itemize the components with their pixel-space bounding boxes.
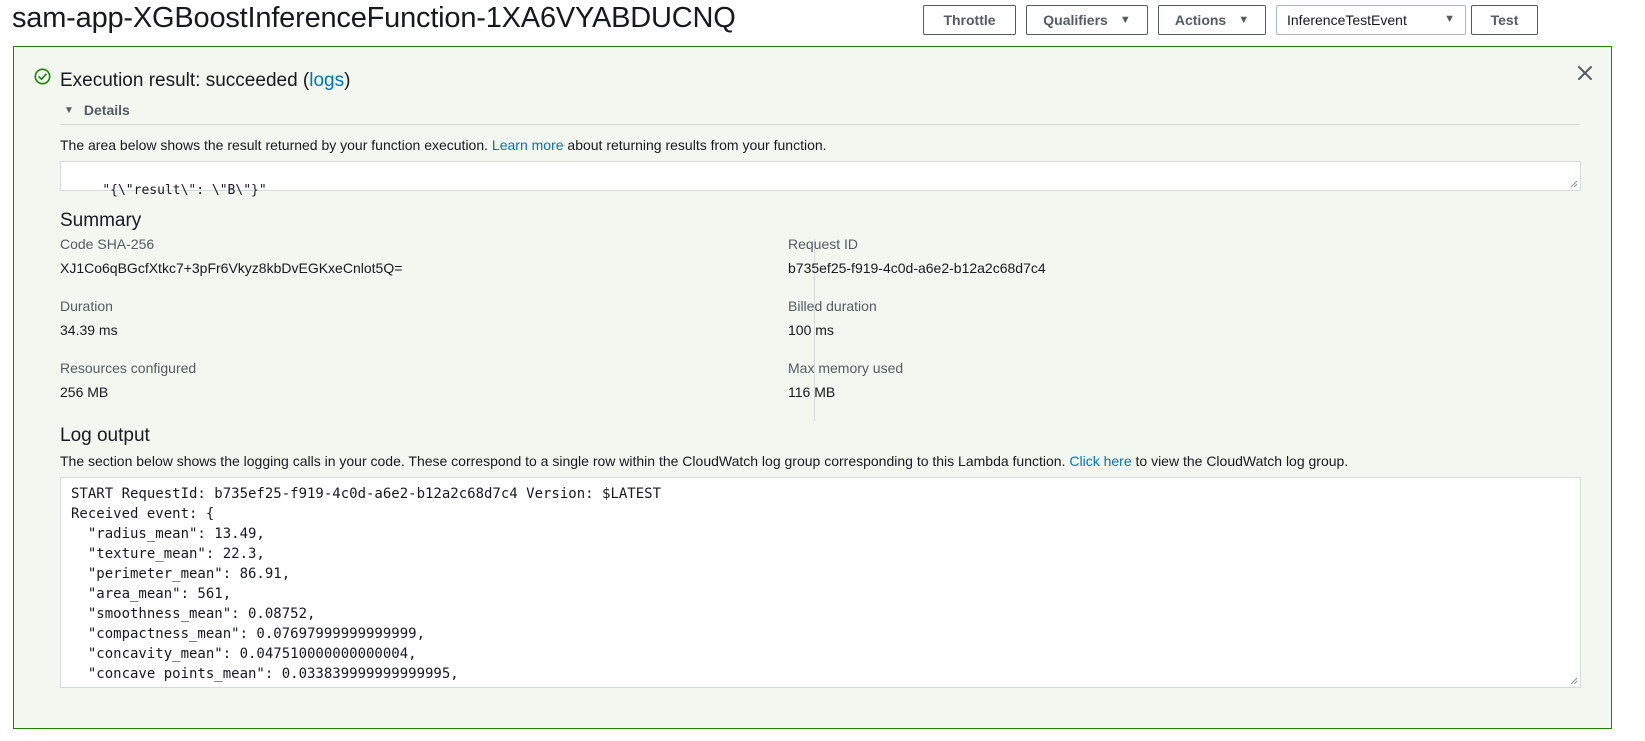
- result-desc-suffix: about returning results from your functi…: [567, 137, 827, 153]
- learn-more-link[interactable]: Learn more: [492, 137, 564, 153]
- details-toggle[interactable]: ▼ Details: [64, 102, 130, 118]
- code-sha-label: Code SHA-256: [60, 236, 155, 252]
- test-event-selected-value: InferenceTestEvent: [1287, 12, 1407, 28]
- log-output-heading: Log output: [60, 425, 150, 446]
- throttle-button[interactable]: Throttle: [923, 5, 1016, 35]
- result-desc-prefix: The area below shows the result returned…: [60, 137, 489, 153]
- caret-down-icon: ▼: [1238, 14, 1250, 26]
- throttle-button-label: Throttle: [943, 12, 996, 28]
- actions-button[interactable]: Actions ▼: [1158, 5, 1266, 35]
- details-divider: [60, 124, 1580, 125]
- function-name-title: sam-app-XGBoostInferenceFunction-1XA6VYA…: [12, 2, 736, 34]
- result-output-textarea[interactable]: "{\"result\": \"B\"}": [60, 161, 1581, 198]
- max-memory-value: 116 MB: [788, 384, 836, 400]
- actions-button-label: Actions: [1174, 12, 1227, 28]
- click-here-link[interactable]: Click here: [1069, 453, 1131, 469]
- log-output-description: The section below shows the logging call…: [60, 453, 1348, 469]
- duration-label: Duration: [60, 298, 113, 314]
- billed-duration-value: 100 ms: [788, 322, 834, 338]
- request-id-label: Request ID: [788, 236, 859, 252]
- caret-down-icon: ▼: [1444, 13, 1455, 25]
- log-output-textarea[interactable]: START RequestId: b735ef25-f919-4c0d-a6e2…: [60, 477, 1581, 688]
- resources-configured-label: Resources configured: [60, 360, 197, 376]
- triangle-down-icon: ▼: [64, 104, 74, 116]
- resize-grip-icon[interactable]: [1570, 677, 1578, 685]
- billed-duration-label: Billed duration: [788, 298, 877, 314]
- close-icon[interactable]: [1574, 62, 1596, 84]
- duration-value: 34.39 ms: [60, 322, 118, 338]
- qualifiers-button-label: Qualifiers: [1043, 12, 1108, 28]
- code-sha-value: XJ1Co6qBGcfXtkc7+3pFr6Vkyz8kbDvEGKxeCnlo…: [60, 260, 403, 276]
- max-memory-label: Max memory used: [788, 360, 904, 376]
- result-output-value: "{\"result\": \"B\"}": [102, 183, 267, 198]
- execution-result-panel: Execution result: succeeded (logs) ▼ Det…: [13, 46, 1612, 729]
- caret-down-icon: ▼: [1119, 14, 1131, 26]
- request-id-value: b735ef25-f919-4c0d-a6e2-b12a2c68d7c4: [788, 260, 1046, 276]
- success-check-icon: [34, 68, 51, 85]
- result-description: The area below shows the result returned…: [60, 137, 827, 153]
- execution-result-title: Execution result: succeeded (logs): [60, 70, 350, 92]
- resize-grip-icon[interactable]: [1570, 180, 1578, 188]
- test-button[interactable]: Test: [1471, 5, 1538, 35]
- function-header: sam-app-XGBoostInferenceFunction-1XA6VYA…: [0, 0, 1645, 44]
- log-desc-prefix: The section below shows the logging call…: [60, 453, 1066, 469]
- execution-result-suffix: ): [344, 70, 351, 91]
- log-desc-suffix: to view the CloudWatch log group.: [1135, 453, 1349, 469]
- details-label: Details: [83, 102, 130, 118]
- test-event-select[interactable]: InferenceTestEvent ▼: [1276, 5, 1466, 35]
- log-output-content: START RequestId: b735ef25-f919-4c0d-a6e2…: [71, 486, 662, 682]
- qualifiers-button[interactable]: Qualifiers ▼: [1026, 5, 1148, 35]
- resources-configured-value: 256 MB: [60, 384, 109, 400]
- test-button-label: Test: [1490, 12, 1519, 28]
- summary-heading: Summary: [60, 210, 142, 231]
- execution-result-text: Execution result: succeeded (: [60, 70, 310, 91]
- logs-link[interactable]: logs: [309, 70, 344, 91]
